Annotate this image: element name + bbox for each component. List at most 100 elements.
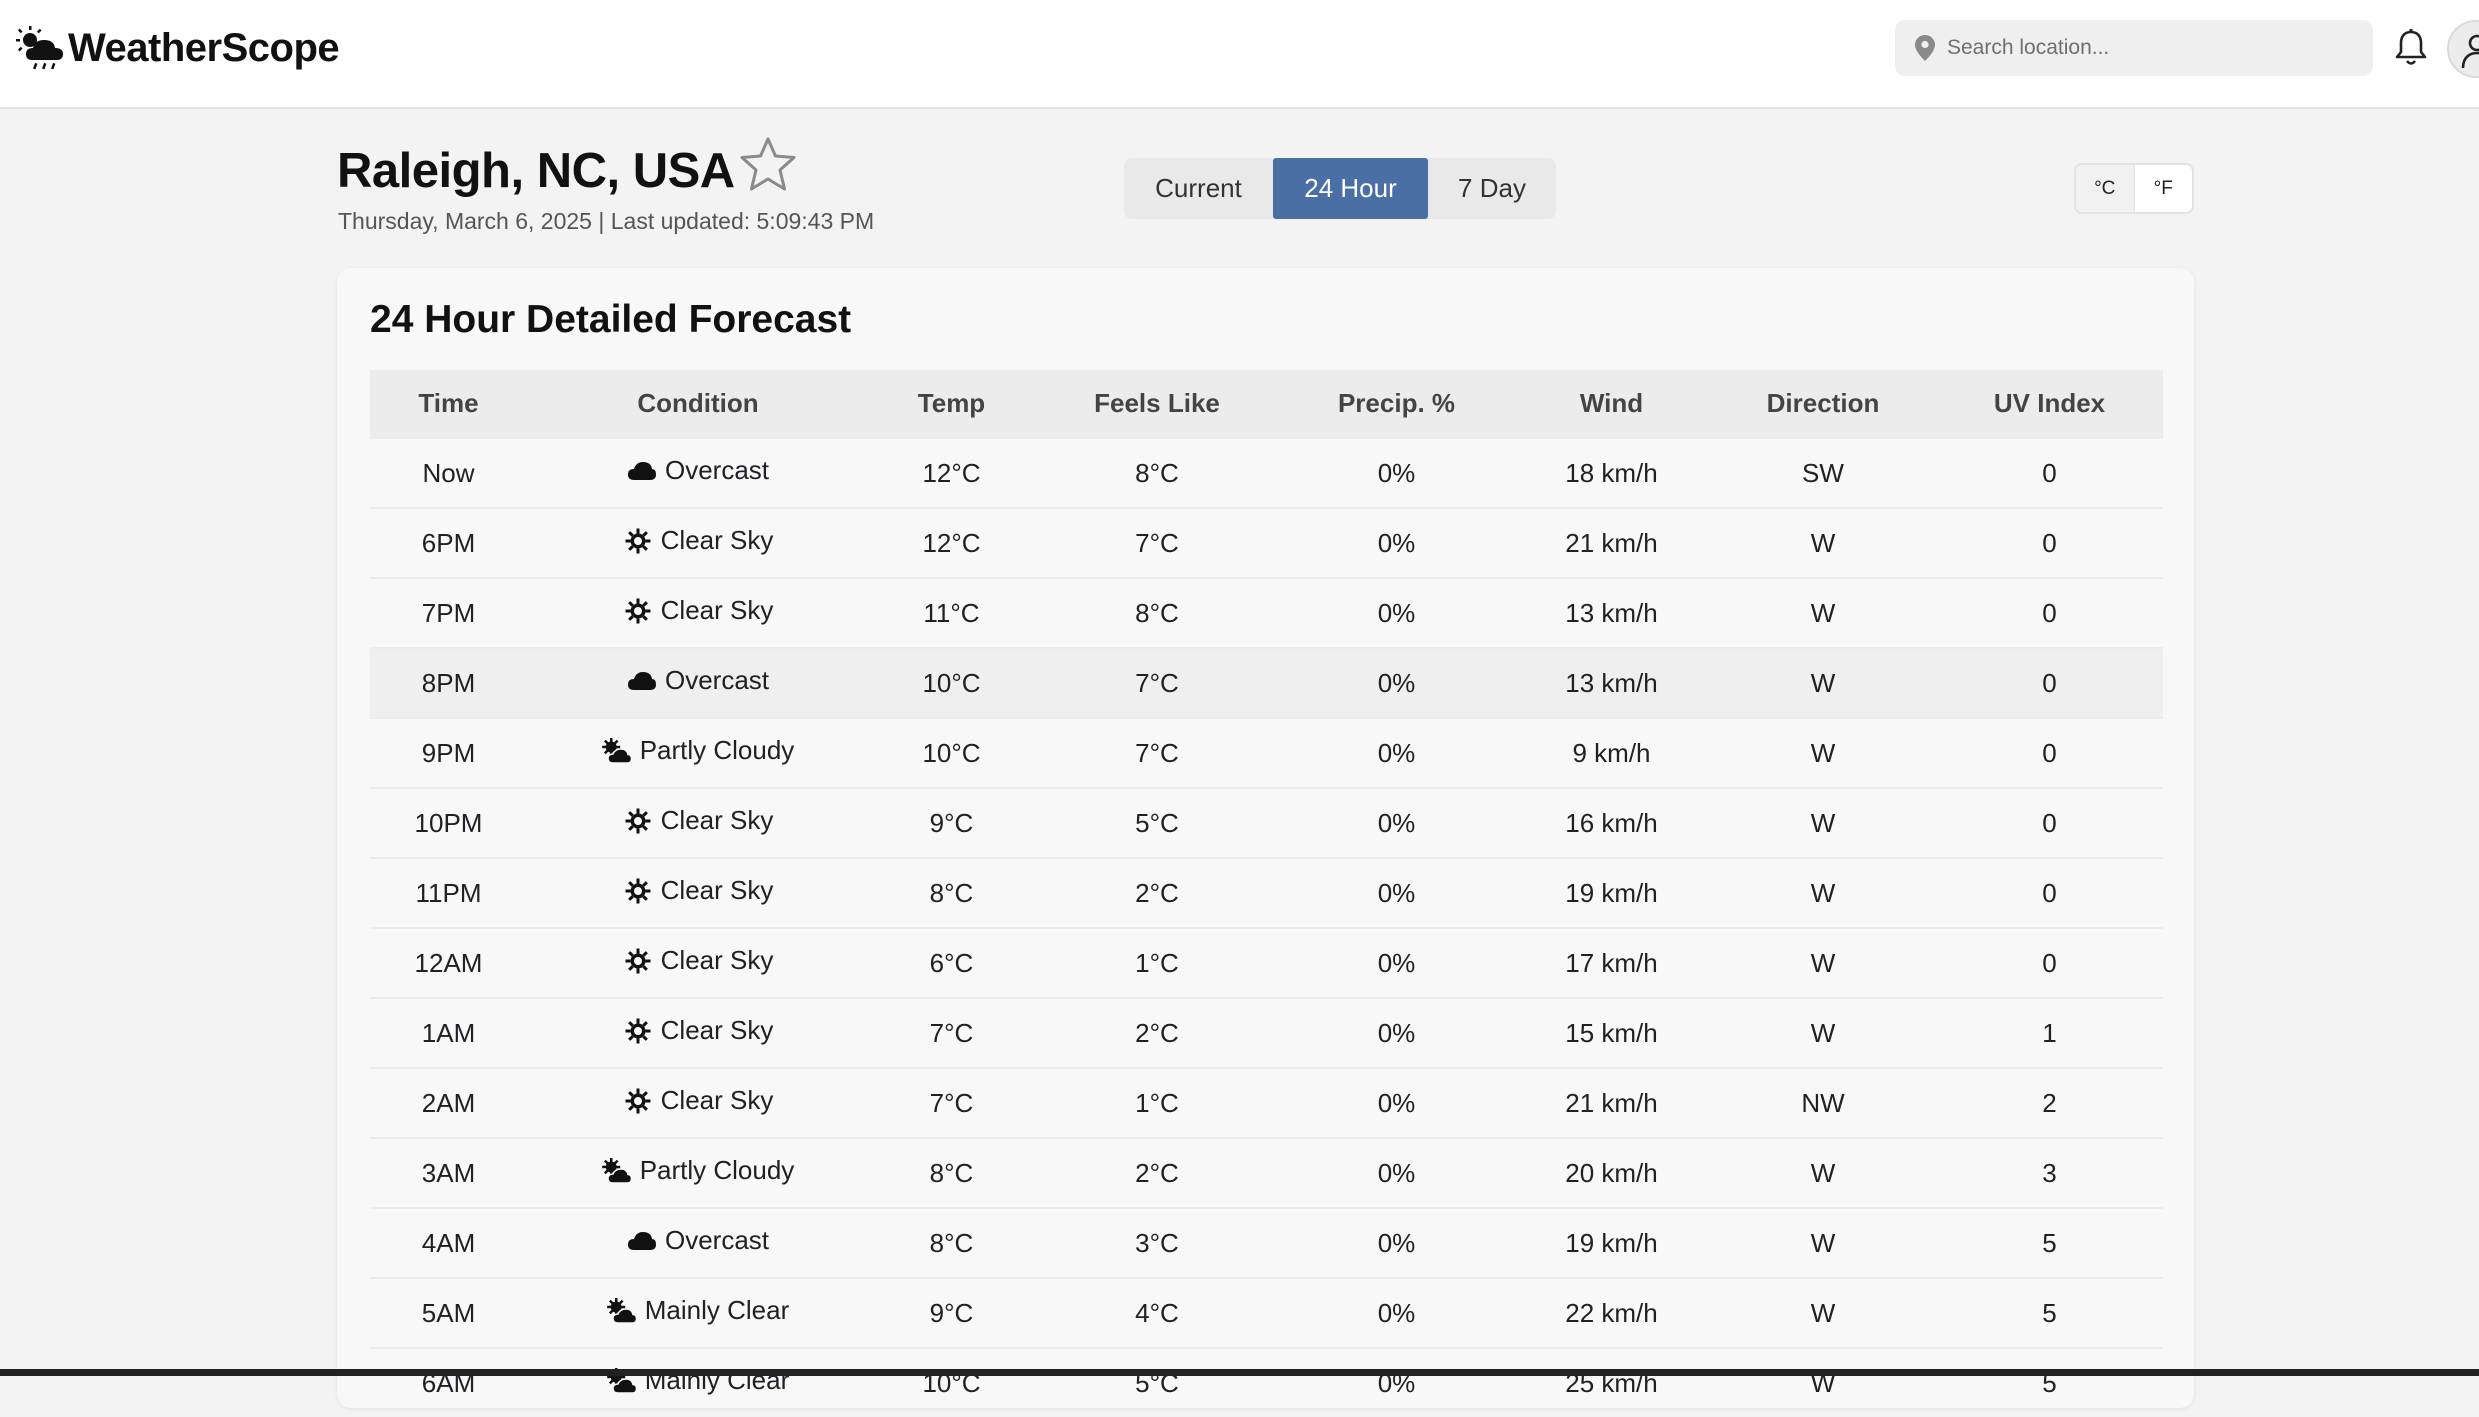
uv-index-cell: 0 [1936, 927, 2163, 998]
precip-cell: 0% [1280, 577, 1513, 648]
search-input[interactable] [1945, 35, 2349, 61]
precip-cell: 0% [1280, 1347, 1513, 1417]
condition-cell: Mainly Clear [527, 1347, 869, 1417]
table-row: 3AM Partly Cloudy 8°C 2°C 0% 20 km/h W 3 [370, 1137, 2163, 1208]
direction-cell: W [1710, 1207, 1936, 1278]
condition-label: Clear Sky [660, 1085, 774, 1116]
time-cell: 6PM [370, 507, 527, 578]
wind-cell: 13 km/h [1513, 647, 1710, 718]
condition-wrap: Partly Cloudy [601, 1155, 795, 1186]
direction-cell: W [1710, 787, 1936, 858]
uv-index-cell: 0 [1936, 787, 2163, 858]
condition-cell: Clear Sky [527, 997, 869, 1068]
table-row: 1AM Clear Sky 7°C 2°C 0% 15 km/h W 1 [370, 997, 2163, 1068]
temp-cell: 9°C [869, 787, 1034, 858]
wind-cell: 9 km/h [1513, 717, 1710, 788]
wind-cell: 21 km/h [1513, 507, 1710, 578]
celsius-button[interactable]: °C [2076, 165, 2135, 212]
condition-cell: Partly Cloudy [527, 717, 869, 788]
wind-cell: 19 km/h [1513, 1207, 1710, 1278]
condition-wrap: Clear Sky [623, 525, 773, 556]
precip-cell: 0% [1280, 857, 1513, 928]
forecast-card: 24 Hour Detailed Forecast Time Condition… [337, 268, 2194, 1417]
tab-24-hour[interactable]: 24 Hour [1273, 158, 1428, 219]
precip-cell: 0% [1280, 1137, 1513, 1208]
table-row: 6PM Clear Sky 12°C 7°C 0% 21 km/h W 0 [370, 507, 2163, 578]
tab-7-day[interactable]: 7 Day [1428, 158, 1556, 219]
sun-icon [623, 528, 653, 554]
uv-index-cell: 2 [1936, 1067, 2163, 1138]
cloud-sun-rain-icon [16, 26, 66, 70]
wind-cell: 18 km/h [1513, 437, 1710, 508]
feels-like-cell: 2°C [1034, 997, 1280, 1068]
table-row: 6AM Mainly Clear 10°C 5°C 0% 25 km/h W 5 [370, 1347, 2163, 1417]
star-outline-icon[interactable] [739, 136, 797, 199]
direction-cell: W [1710, 717, 1936, 788]
condition-label: Overcast [664, 455, 770, 486]
wind-cell: 15 km/h [1513, 997, 1710, 1068]
condition-wrap: Overcast [627, 665, 769, 696]
forecast-table: Time Condition Temp Feels Like Precip. %… [370, 370, 2163, 1417]
condition-cell: Overcast [527, 437, 869, 508]
bottom-edge [0, 1369, 2479, 1376]
temp-cell: 6°C [869, 927, 1034, 998]
temp-cell: 7°C [869, 1067, 1034, 1138]
sun-icon [623, 1088, 653, 1114]
column-header: Temp [869, 370, 1034, 438]
tab-current[interactable]: Current [1124, 158, 1273, 219]
feels-like-cell: 1°C [1034, 1067, 1280, 1138]
condition-cell: Clear Sky [527, 787, 869, 858]
temp-cell: 7°C [869, 997, 1034, 1068]
column-header: Condition [527, 370, 869, 438]
feels-like-cell: 7°C [1034, 507, 1280, 578]
table-row: 5AM Mainly Clear 9°C 4°C 0% 22 km/h W 5 [370, 1277, 2163, 1348]
direction-cell: SW [1710, 437, 1936, 508]
fahrenheit-button[interactable]: °F [2135, 165, 2193, 212]
condition-cell: Partly Cloudy [527, 1137, 869, 1208]
column-header: Direction [1710, 370, 1936, 438]
table-row: 9PM Partly Cloudy 10°C 7°C 0% 9 km/h W 0 [370, 717, 2163, 788]
bell-icon[interactable] [2393, 28, 2429, 68]
precip-cell: 0% [1280, 437, 1513, 508]
column-header: Feels Like [1034, 370, 1280, 438]
condition-label: Partly Cloudy [639, 1155, 795, 1186]
condition-cell: Clear Sky [527, 507, 869, 578]
table-row: 12AM Clear Sky 6°C 1°C 0% 17 km/h W 0 [370, 927, 2163, 998]
user-avatar[interactable] [2447, 20, 2479, 78]
location-name: Raleigh, NC, USA [337, 143, 735, 198]
condition-cell: Overcast [527, 647, 869, 718]
condition-cell: Mainly Clear [527, 1277, 869, 1348]
wind-cell: 16 km/h [1513, 787, 1710, 858]
time-cell: 8PM [370, 647, 527, 718]
condition-label: Partly Cloudy [639, 735, 795, 766]
uv-index-cell: 0 [1936, 857, 2163, 928]
forecast-tabs: Current 24 Hour 7 Day [1124, 158, 1556, 219]
brand[interactable]: WeatherScope [16, 22, 340, 74]
uv-index-cell: 0 [1936, 437, 2163, 508]
direction-cell: W [1710, 1347, 1936, 1417]
column-header: Time [370, 370, 527, 438]
condition-cell: Clear Sky [527, 927, 869, 998]
uv-index-cell: 0 [1936, 507, 2163, 578]
cloud-icon [627, 1228, 657, 1254]
time-cell: 2AM [370, 1067, 527, 1138]
top-bar: WeatherScope [0, 0, 2479, 109]
wind-cell: 13 km/h [1513, 577, 1710, 648]
sun-icon [623, 1018, 653, 1044]
precip-cell: 0% [1280, 717, 1513, 788]
table-row: 4AM Overcast 8°C 3°C 0% 19 km/h W 5 [370, 1207, 2163, 1278]
condition-wrap: Clear Sky [623, 1085, 774, 1116]
forecast-title: 24 Hour Detailed Forecast [370, 298, 852, 341]
app-name: WeatherScope [68, 25, 340, 70]
condition-cell: Overcast [527, 1207, 869, 1278]
feels-like-cell: 2°C [1034, 1137, 1280, 1208]
wind-cell: 22 km/h [1513, 1277, 1710, 1348]
condition-wrap: Clear Sky [623, 805, 773, 836]
wind-cell: 19 km/h [1513, 857, 1710, 928]
time-cell: Now [370, 437, 527, 508]
wind-cell: 21 km/h [1513, 1067, 1710, 1138]
location-subtitle: Thursday, March 6, 2025 | Last updated: … [338, 208, 875, 234]
uv-index-cell: 1 [1936, 997, 2163, 1068]
wind-cell: 20 km/h [1513, 1137, 1710, 1208]
search-box[interactable] [1895, 20, 2373, 76]
